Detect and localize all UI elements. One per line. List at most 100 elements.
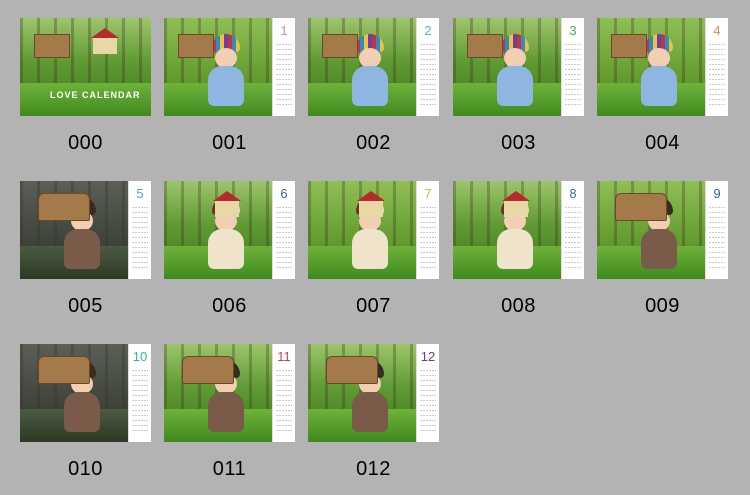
wooden-sign	[38, 193, 90, 221]
birdhouse-wall	[504, 201, 528, 217]
day-grid	[420, 44, 436, 106]
month-number: 11	[277, 349, 291, 364]
photo	[308, 181, 417, 279]
photo	[453, 181, 562, 279]
birdhouse-roof	[91, 28, 119, 38]
photo	[597, 181, 706, 279]
child-body	[351, 228, 388, 269]
thumbnail-image[interactable]: 5	[20, 181, 151, 279]
birdhouse-roof	[213, 191, 241, 201]
thumbnail-label: 009	[645, 295, 680, 317]
month-number: 8	[569, 186, 577, 201]
photo	[164, 18, 273, 116]
child-body	[640, 65, 677, 106]
thumbnail-item[interactable]: 12 012	[308, 344, 439, 480]
birdhouse-wall	[359, 201, 383, 217]
thumbnail-item[interactable]: LOVE CALENDAR 000	[20, 18, 151, 154]
calendar-strip: 11	[272, 344, 295, 442]
thumbnail-image[interactable]: 4	[597, 18, 728, 116]
birdhouse	[357, 191, 385, 217]
photo	[20, 181, 129, 279]
photo	[308, 18, 417, 116]
thumbnail-image[interactable]: 7	[308, 181, 439, 279]
calendar-caption: LOVE CALENDAR	[50, 90, 141, 100]
child-body	[496, 228, 533, 269]
thumbnail-item[interactable]: 5 005	[20, 181, 151, 317]
thumbnail-label: 003	[501, 132, 536, 154]
calendar-strip: 4	[705, 18, 728, 116]
day-grid	[132, 207, 148, 269]
thumbnail-image[interactable]: 11	[164, 344, 295, 442]
month-number: 12	[420, 349, 436, 364]
thumbnail-grid: LOVE CALENDAR 000 1 001 2 002 3 003 4 004 5 005 6 006…	[0, 0, 750, 495]
wooden-sign	[34, 34, 70, 58]
day-grid	[709, 44, 725, 106]
month-number: 7	[424, 186, 432, 201]
thumbnail-label: 010	[68, 458, 103, 480]
wooden-sign	[326, 356, 378, 384]
thumbnail-label: 008	[501, 295, 536, 317]
thumbnail-item[interactable]: 4 004	[597, 18, 728, 154]
wooden-sign	[467, 34, 503, 58]
thumbnail-item[interactable]: 10 010	[20, 344, 151, 480]
child-body	[351, 391, 388, 432]
wooden-sign	[615, 193, 667, 221]
thumbnail-label: 005	[68, 295, 103, 317]
month-number: 6	[280, 186, 288, 201]
child-body	[207, 228, 244, 269]
day-grid	[276, 370, 292, 432]
day-grid	[276, 44, 292, 106]
thumbnail-image[interactable]: 8	[453, 181, 584, 279]
day-grid	[276, 207, 292, 269]
month-number: 4	[713, 23, 721, 38]
thumbnail-item[interactable]: 1 001	[164, 18, 295, 154]
photo	[164, 181, 273, 279]
thumbnail-image[interactable]: 2	[308, 18, 439, 116]
thumbnail-item[interactable]: 8 008	[453, 181, 584, 317]
thumbnail-label: 006	[212, 295, 247, 317]
month-number: 3	[569, 23, 577, 38]
calendar-strip: 7	[416, 181, 439, 279]
thumbnail-item[interactable]: 9 009	[597, 181, 728, 317]
thumbnail-image[interactable]: 9	[597, 181, 728, 279]
wooden-sign	[178, 34, 214, 58]
month-number: 2	[424, 23, 432, 38]
child-body	[207, 391, 244, 432]
birdhouse	[502, 191, 530, 217]
thumbnail-image[interactable]: 3	[453, 18, 584, 116]
calendar-strip: 6	[272, 181, 295, 279]
thumbnail-image[interactable]: 12	[308, 344, 439, 442]
day-grid	[565, 207, 581, 269]
photo	[20, 344, 129, 442]
thumbnail-label: 002	[356, 132, 391, 154]
child-body	[63, 391, 100, 432]
wooden-sign	[611, 34, 647, 58]
month-number: 5	[136, 186, 144, 201]
photo	[308, 344, 417, 442]
wooden-sign	[38, 356, 90, 384]
thumbnail-item[interactable]: 11 011	[164, 344, 295, 480]
child-body	[63, 228, 100, 269]
birdhouse	[91, 28, 119, 54]
child-body	[351, 65, 388, 106]
thumbnail-label: 012	[356, 458, 391, 480]
thumbnail-label: 007	[356, 295, 391, 317]
thumbnail-item[interactable]: 6 006	[164, 181, 295, 317]
thumbnail-image[interactable]: LOVE CALENDAR	[20, 18, 151, 116]
birdhouse-wall	[93, 38, 117, 54]
child-face	[358, 47, 381, 68]
thumbnail-item[interactable]: 7 007	[308, 181, 439, 317]
child-face	[503, 47, 526, 68]
calendar-strip: 8	[561, 181, 584, 279]
thumbnail-image[interactable]: 1	[164, 18, 295, 116]
calendar-strip: 5	[128, 181, 151, 279]
calendar-strip: 2	[416, 18, 439, 116]
thumbnail-item[interactable]: 2 002	[308, 18, 439, 154]
thumbnail-item[interactable]: 3 003	[453, 18, 584, 154]
day-grid	[132, 370, 148, 432]
thumbnail-image[interactable]: 10	[20, 344, 151, 442]
thumbnail-label: 011	[212, 458, 247, 480]
day-grid	[420, 207, 436, 269]
child-face	[214, 47, 237, 68]
thumbnail-image[interactable]: 6	[164, 181, 295, 279]
